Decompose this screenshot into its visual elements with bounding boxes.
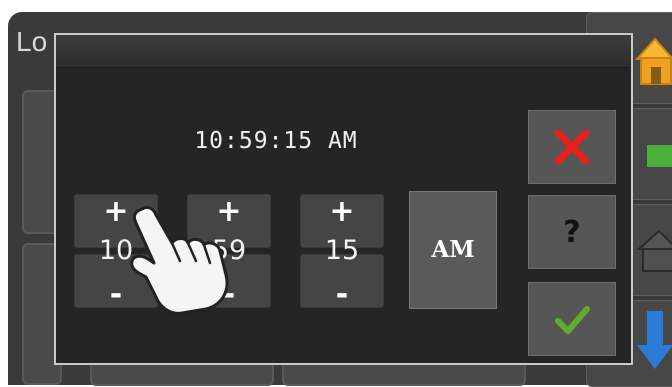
green-status-icon — [647, 145, 672, 167]
blue-arrow-icon — [637, 311, 672, 369]
confirm-button[interactable] — [528, 282, 616, 356]
dialog-header — [56, 35, 631, 68]
home-icon — [634, 37, 672, 85]
house-outline-icon — [637, 229, 672, 272]
question-mark-icon: ? — [563, 214, 581, 250]
second-spinner: + - 15 — [300, 194, 384, 312]
second-value: 15 — [324, 235, 360, 266]
pointing-hand-icon — [130, 205, 229, 315]
am-pm-toggle-button[interactable]: AM — [409, 191, 497, 309]
cancel-button[interactable] — [528, 110, 616, 184]
green-check-icon — [555, 306, 590, 334]
time-display: 10:59:15 AM — [194, 128, 358, 154]
red-x-icon — [554, 129, 590, 165]
background-page-title: Lo — [16, 26, 48, 57]
help-button[interactable]: ? — [528, 195, 616, 269]
time-picker-dialog: 10:59:15 AM + - 10 + - 59 + - 15 AM ? — [54, 33, 633, 365]
